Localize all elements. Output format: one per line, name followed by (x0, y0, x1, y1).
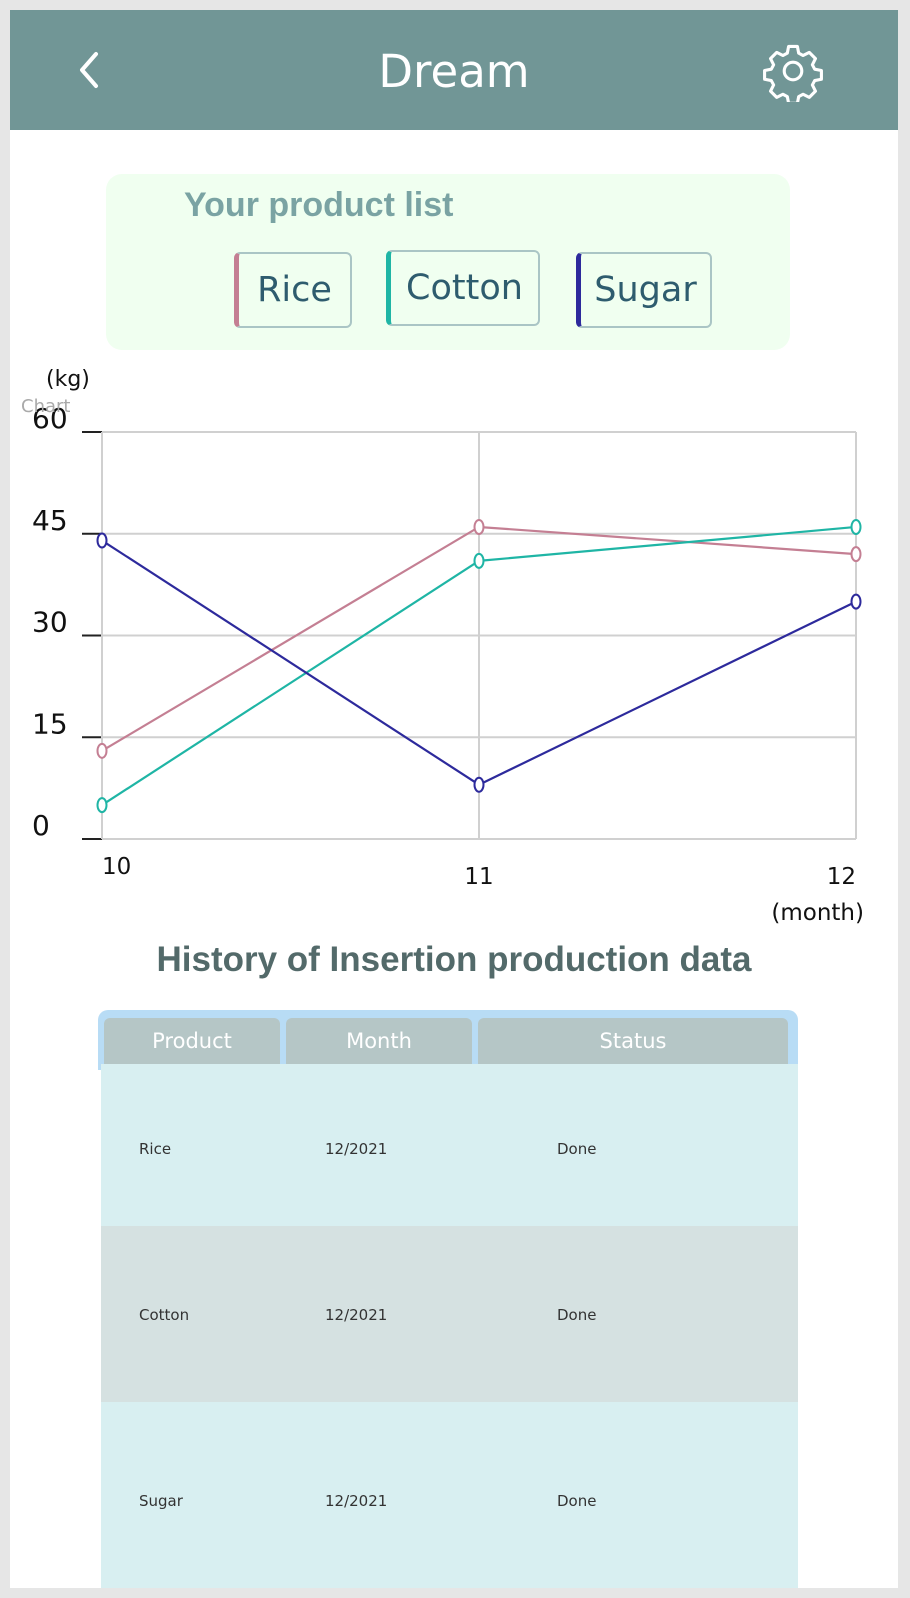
settings-button[interactable] (762, 40, 824, 105)
chart-label: Chart (21, 396, 70, 417)
cell-status: Done (557, 1306, 597, 1324)
y-tick-label: 0 (32, 809, 50, 842)
cell-status: Done (557, 1492, 597, 1510)
table-row[interactable]: Rice 12/2021 Done (101, 1064, 798, 1226)
y-axis-label: (kg) (46, 367, 90, 392)
y-tick-label: 30 (32, 606, 68, 639)
product-list-heading: Your product list (184, 186, 454, 224)
column-header-product[interactable]: Product (104, 1018, 280, 1064)
x-tick-label: 12 (827, 864, 856, 890)
data-point-cotton (96, 797, 108, 814)
product-chip-sugar[interactable]: Sugar (576, 252, 712, 328)
table-row[interactable]: Cotton 12/2021 Done (101, 1226, 798, 1402)
cell-product: Rice (139, 1140, 172, 1158)
chevron-left-icon (80, 52, 98, 88)
y-tick-label: 15 (32, 707, 68, 740)
data-point-cotton (850, 518, 862, 535)
data-point-sugar (96, 532, 108, 549)
gear-icon (763, 44, 823, 105)
data-point-sugar (850, 593, 862, 610)
data-point-cotton (473, 552, 485, 569)
back-button[interactable] (62, 40, 122, 100)
table-row[interactable]: Sugar 12/2021 Done (101, 1402, 798, 1588)
data-point-rice (473, 518, 485, 535)
app-screen: Dream Your product list Rice Cotton Suga… (10, 10, 898, 1588)
cell-product: Cotton (139, 1306, 190, 1324)
app-bar: Dream (10, 10, 898, 130)
history-table: Product Month Status Rice 12/2021 Done C… (98, 1010, 798, 1588)
production-chart: 0 15 30 45 60 10 11 12 (kg) Chart (month) (10, 350, 898, 930)
cell-month: 12/2021 (325, 1140, 388, 1158)
column-header-status[interactable]: Status (478, 1018, 788, 1064)
product-chip-rice[interactable]: Rice (234, 252, 352, 328)
cell-status: Done (557, 1140, 597, 1158)
product-chip-cotton[interactable]: Cotton (386, 250, 540, 326)
cell-month: 12/2021 (325, 1492, 388, 1510)
history-title: History of Insertion production data (156, 940, 752, 979)
cell-product: Sugar (139, 1492, 183, 1510)
x-axis-label: (month) (771, 900, 864, 926)
y-tick-label: 45 (32, 504, 68, 537)
cell-month: 12/2021 (325, 1306, 388, 1324)
x-tick-label: 11 (464, 864, 493, 890)
line-chart-svg: 01530456010 11 12(kg)Chart(month) (21, 367, 864, 926)
data-point-sugar (473, 776, 485, 793)
column-header-month[interactable]: Month (286, 1018, 472, 1064)
product-list-card: Your product list Rice Cotton Sugar (106, 174, 790, 350)
data-point-rice (96, 742, 108, 759)
x-tick-label: 10 (102, 854, 131, 880)
data-point-rice (850, 546, 862, 563)
